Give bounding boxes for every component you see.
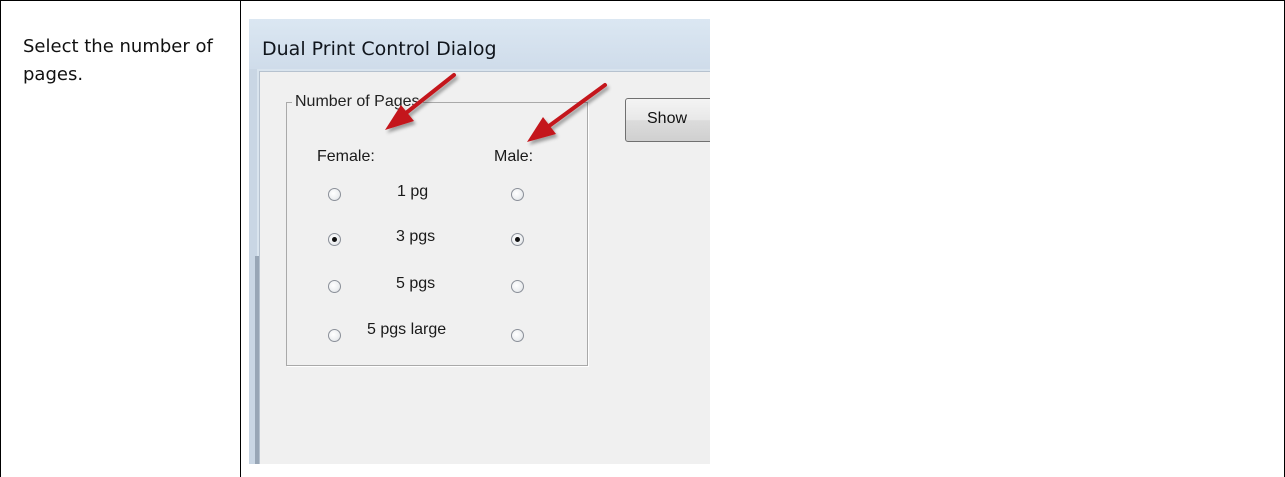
show-button-label: Show (647, 110, 688, 127)
male-column-label: Male: (494, 148, 534, 165)
female-3pgs-radio[interactable] (328, 233, 341, 246)
option-label-5pgs: 5 pgs (396, 275, 436, 292)
dialog-titlebar[interactable]: Dual Print Control Dialog (249, 19, 710, 69)
male-5pgs-large-radio[interactable] (511, 329, 524, 342)
male-3pgs-radio[interactable] (511, 233, 524, 246)
female-1pg-radio[interactable] (328, 188, 341, 201)
table-column-divider (240, 0, 241, 477)
instruction-text: Select the number of pages. (23, 36, 213, 85)
male-5pgs-radio[interactable] (511, 280, 524, 293)
male-1pg-radio[interactable] (511, 188, 524, 201)
show-button[interactable]: Show (625, 98, 710, 142)
dialog-title: Dual Print Control Dialog (262, 38, 497, 60)
dialog-screenshot: Dual Print Control Dialog Number of Page… (249, 19, 710, 464)
female-column-label: Female: (317, 148, 375, 165)
option-label-3pgs: 3 pgs (396, 228, 436, 245)
table-top-border (0, 0, 1285, 1)
female-5pgs-radio[interactable] (328, 280, 341, 293)
groupbox-label: Number of Pages (292, 93, 423, 111)
table-left-border (0, 0, 1, 477)
option-label-1pg: 1 pg (397, 183, 429, 200)
female-5pgs-large-radio[interactable] (328, 329, 341, 342)
option-label-5pgs-large: 5 pgs large (367, 321, 447, 338)
